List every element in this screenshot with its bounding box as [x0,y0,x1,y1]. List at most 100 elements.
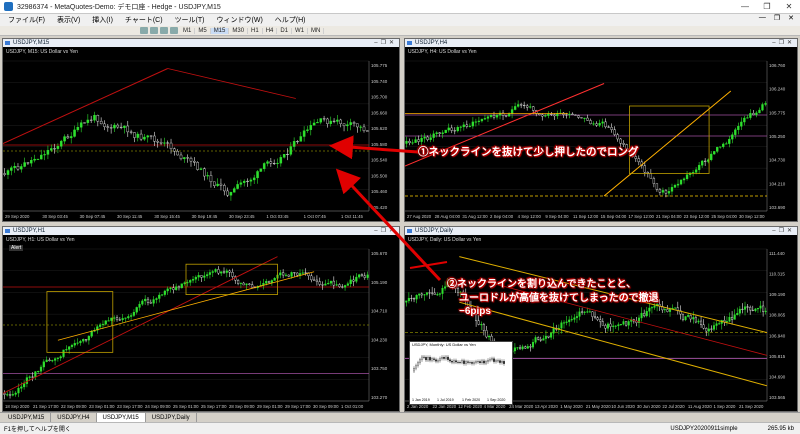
candle-body [101,323,105,325]
tf-m1-button[interactable]: M1 [180,27,196,34]
window-controls-h4[interactable]: ‒❐✕ [772,39,795,46]
candle-body [539,339,542,341]
candle-body [544,335,547,339]
candle-body [583,117,586,119]
close-button[interactable]: ✕ [778,0,800,14]
inset-candle-body [455,360,457,363]
menu-help[interactable]: ヘルプ(H) [269,15,312,25]
candle-body [327,282,330,285]
candle-body [296,141,299,143]
mdi-minimize-button[interactable]: — [755,14,770,22]
price-label: 103.750 [371,366,388,371]
tab-usdjpy-m15[interactable]: USDJPY,M15 [2,412,52,423]
menu-insert[interactable]: 挿入(I) [86,15,119,25]
candle-body [332,120,336,122]
price-label: 104.730 [769,158,786,163]
candle-body [488,335,491,338]
line-tool-icon[interactable] [160,27,168,34]
candle-body [329,120,333,124]
trend-line [3,68,168,144]
candle-body [547,113,550,116]
candle-body [595,123,598,126]
timeframe-toolbar: M1 M5 M15 M30 H1 H4 D1 W1 MN [0,26,800,36]
candle-body [578,311,581,317]
tf-w1-button[interactable]: W1 [292,27,309,34]
window-controls-h1[interactable]: ‒❐✕ [374,227,397,234]
candle-body [710,153,713,161]
window-controls-daily[interactable]: ‒❐✕ [772,227,795,234]
maximize-button[interactable]: ❐ [756,0,778,14]
window-titlebar: 32986374 - MetaQuotes-Demo: デモ口座 - Hedge… [0,0,800,14]
mdi-restore-button[interactable]: ❐ [770,14,784,22]
candle-body [685,174,689,180]
menu-window[interactable]: ウィンドウ(W) [211,15,269,25]
chart-window-h1[interactable]: USDJPY,H1 ‒❐✕ USDJPY, H1: US Dollar vs Y… [2,226,400,412]
date-label: 9 Sep 04:00 [545,214,569,219]
candle-body [526,105,529,108]
candlestick-chart-m15[interactable]: 105.775 105.740 105.700 105.660 105.620 105.5… [3,47,399,221]
candle-body [290,272,293,277]
candle-body [429,137,432,140]
candle-body [697,164,701,170]
minimize-button[interactable]: — [734,0,756,14]
symbol-label-m15: USDJPY, M15: US Dollar vs Yen [6,49,78,55]
chart-window-m15[interactable]: USDJPY,M15 ‒❐✕ USDJPY, M15: US Dollar vs… [2,38,400,222]
candle-body [516,347,519,349]
tab-usdjpy-daily[interactable]: USDJPY,Daily [146,412,197,423]
candle-body [14,392,17,395]
chart-window-h4[interactable]: USDJPY,H4 ‒❐✕ USDJPY, H4: US Dollar vs Y… [404,38,798,222]
candle-body [99,120,103,125]
candle-body [299,136,303,142]
tf-h4-button[interactable]: H4 [263,27,278,34]
price-label: 108.065 [769,313,786,318]
candlestick-chart-h4[interactable]: 106.760 106.240 105.775 105.250 104.730 104.2… [405,47,797,221]
menu-tools[interactable]: ツール(T) [169,15,211,25]
candle-body [225,270,228,273]
inset-candle-body [499,360,501,363]
date-label: 28 Aug 04:00 [435,214,461,219]
candle-body [366,130,369,132]
tf-h1-button[interactable]: H1 [248,27,263,34]
menu-file[interactable]: ファイル(F) [2,15,51,25]
candle-body [59,356,62,359]
menu-chart[interactable]: チャート(C) [119,15,169,25]
chart-window-daily[interactable]: USDJPY,Daily ‒❐✕ USDJPY, Daily: US Dolla… [404,226,798,412]
date-label: 13 Apr 2020 [535,404,559,409]
candle-body [524,346,527,349]
tab-usdjpy-h4[interactable]: USDJPY,H4 [51,412,97,423]
candle-body [444,286,447,289]
mdi-close-button[interactable]: ✕ [784,14,798,22]
candle-body [176,150,179,156]
tf-m15-button[interactable]: M15 [210,27,230,34]
inset-candle-body [427,357,429,361]
candle-body [756,307,759,310]
tf-d1-button[interactable]: D1 [277,27,293,34]
date-label: 30 Sep 07:45 [80,214,106,219]
chart-tool-icon[interactable] [140,27,148,34]
tf-m30-button[interactable]: M30 [229,27,249,34]
symbol-label-h1: USDJPY, H1: US Dollar vs Yen [6,237,75,243]
candle-body [51,360,54,362]
candle-body [468,125,472,127]
tf-m5-button[interactable]: M5 [195,27,211,34]
price-label: 104.690 [769,374,786,379]
candle-body [570,319,573,321]
candle-body [209,175,213,183]
candle-body [160,294,164,296]
crosshair-icon[interactable] [150,27,158,34]
candle-body [248,283,251,285]
tf-mn-button[interactable]: MN [308,27,325,34]
candle-body [200,275,203,278]
tab-usdjpy-m15-active[interactable]: USDJPY,M15 [96,412,146,423]
inset-candle-body [485,361,487,364]
candle-body [199,168,203,170]
price-label: 106.940 [769,333,786,338]
candlestick-chart-h1[interactable]: 105.670 105.190 104.710 104.230 103.750 103.2… [3,235,399,411]
candle-body [276,162,279,164]
candle-body [553,114,556,117]
menu-view[interactable]: 表示(V) [51,15,86,25]
candle-body [594,316,597,318]
window-controls-m15[interactable]: ‒❐✕ [374,39,397,46]
candle-body [20,166,23,170]
text-tool-icon[interactable] [170,27,178,34]
